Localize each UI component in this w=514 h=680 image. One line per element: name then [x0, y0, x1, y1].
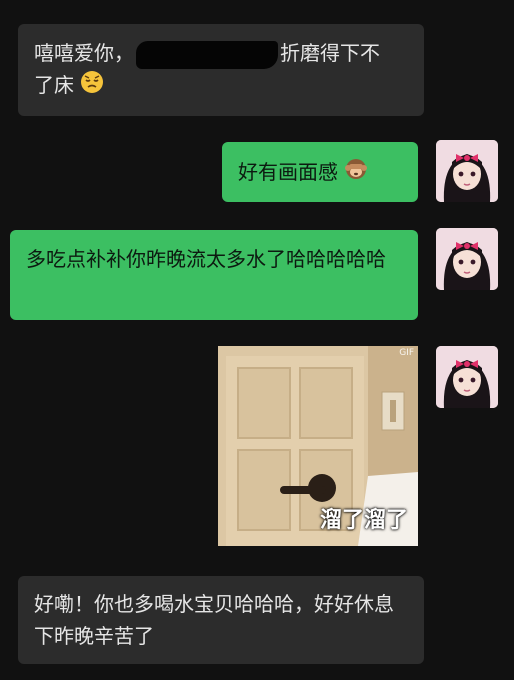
sticker-image[interactable]: GIF 溜了溜了 [218, 346, 418, 546]
outgoing-message-bubble[interactable]: 好有画面感 [222, 142, 418, 202]
message-text: 折磨得下不 [280, 41, 380, 65]
message-text: 好嘞！你也多喝水宝贝哈哈哈，好好休息下昨晚辛苦了 [34, 592, 394, 648]
sleepy-face-icon [80, 70, 104, 103]
avatar[interactable] [436, 346, 498, 408]
avatar[interactable] [436, 228, 498, 290]
avatar[interactable] [436, 140, 498, 202]
see-no-evil-monkey-icon [344, 157, 368, 190]
redacted-name [136, 40, 278, 69]
incoming-message-bubble[interactable]: 好嘞！你也多喝水宝贝哈哈哈，好好休息下昨晚辛苦了 [18, 576, 424, 664]
sticker-watermark: GIF [399, 348, 414, 358]
outgoing-message-bubble[interactable]: 多吃点补补你昨晚流太多水了哈哈哈哈哈 [10, 230, 418, 320]
incoming-message-bubble[interactable]: 嘻嘻爱你， 折磨得下不 了床 [18, 24, 424, 116]
message-text: 嘻嘻爱你， [34, 41, 134, 65]
sticker-caption: 溜了溜了 [319, 508, 408, 533]
message-text: 多吃点补补你昨晚流太多水了哈哈哈哈哈 [26, 247, 386, 271]
message-text: 了床 [34, 73, 74, 97]
message-text: 好有画面感 [238, 160, 338, 184]
